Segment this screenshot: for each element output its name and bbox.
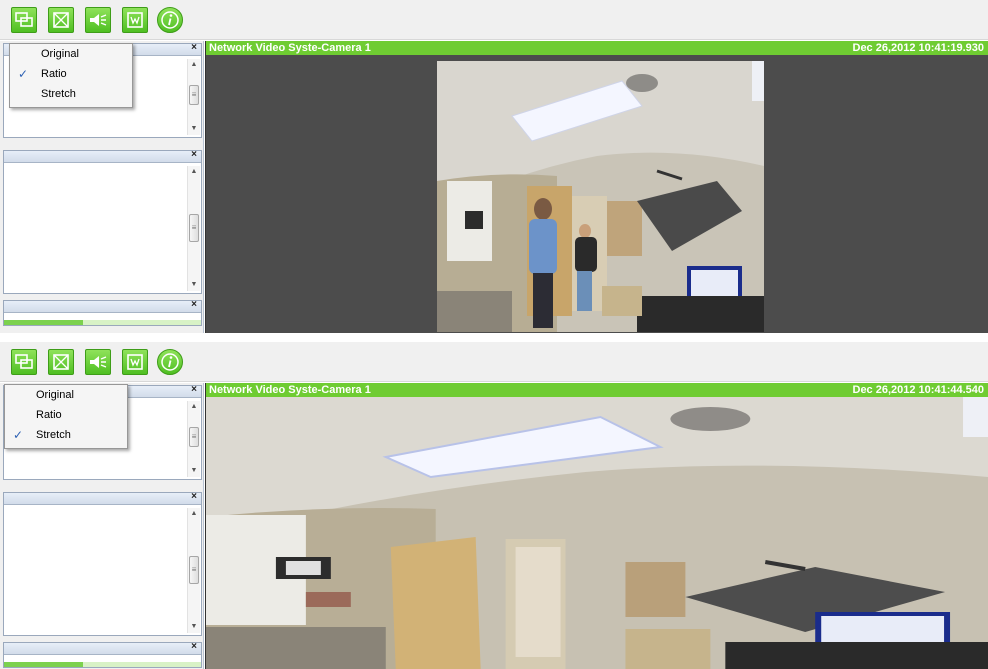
scroll-up-icon[interactable]: ▲ [188, 401, 200, 413]
menu-item-label: Stretch [36, 429, 71, 441]
fullscreen-icon [53, 354, 69, 370]
status-panel: × [3, 299, 202, 326]
speaker-button[interactable] [85, 7, 111, 33]
toolbar [0, 342, 988, 382]
menu-item-label: Original [41, 48, 79, 60]
vertical-scrollbar[interactable]: ▲ ≡ ▼ [187, 508, 200, 633]
video-panel[interactable]: Network Video Syste-Camera 1 Dec 26,2012… [205, 41, 988, 333]
info-panel: × ▲ ≡ ▼ [3, 491, 202, 636]
checkmark-icon: ✓ [18, 67, 29, 81]
info-button[interactable] [157, 349, 183, 375]
close-icon[interactable]: × [191, 149, 197, 160]
video-panel[interactable]: Network Video Syste-Camera 1 Dec 26,2012… [205, 383, 988, 669]
monitor-layout-icon [15, 12, 33, 27]
scroll-down-icon[interactable]: ▼ [188, 621, 200, 633]
monitor-layout-icon [15, 354, 33, 369]
menu-item-label: Ratio [36, 409, 62, 421]
camera-title: Network Video Syste-Camera 1 [209, 42, 371, 54]
menu-item-label: Ratio [41, 68, 67, 80]
camera-feed-image [206, 397, 988, 669]
menu-item-original[interactable]: Original [10, 44, 132, 64]
menu-item-stretch[interactable]: ✓ Stretch [5, 425, 127, 445]
window-button[interactable] [122, 349, 148, 375]
screen-stretch-mode: × ▲ ≡ ▼ × ▲ ≡ ▼ × Original Ratio ✓ Stret… [0, 342, 988, 669]
close-icon[interactable]: × [191, 384, 197, 395]
scroll-down-icon[interactable]: ▼ [188, 465, 200, 477]
vertical-scrollbar[interactable]: ▲ ≡ ▼ [187, 166, 200, 291]
scroll-thumb[interactable]: ≡ [189, 427, 199, 447]
panel-body [4, 314, 201, 325]
window-icon [127, 12, 143, 28]
close-icon[interactable]: × [191, 641, 197, 652]
fullscreen-button[interactable] [48, 7, 74, 33]
scroll-down-icon[interactable]: ▼ [188, 279, 200, 291]
panel-body: ▲ ≡ ▼ [4, 164, 201, 293]
speaker-icon [90, 356, 107, 368]
panel-header: × [4, 491, 201, 505]
status-panel: × [3, 641, 202, 668]
monitor-layout-button[interactable] [11, 349, 37, 375]
menu-item-ratio[interactable]: Ratio [5, 405, 127, 425]
video-timestamp: Dec 26,2012 10:41:44.540 [852, 384, 985, 396]
scroll-up-icon[interactable]: ▲ [188, 508, 200, 520]
scroll-thumb[interactable]: ≡ [189, 214, 199, 242]
scroll-up-icon[interactable]: ▲ [188, 59, 200, 71]
progress-bar [4, 320, 201, 325]
speaker-icon [90, 14, 107, 26]
scroll-down-icon[interactable]: ▼ [188, 123, 200, 135]
vertical-scrollbar[interactable]: ▲ ≡ ▼ [187, 401, 200, 477]
info-button[interactable] [157, 7, 183, 33]
close-icon[interactable]: × [191, 299, 197, 310]
menu-item-ratio[interactable]: ✓ Ratio [10, 64, 132, 84]
menu-item-stretch[interactable]: Stretch [10, 84, 132, 104]
window-icon [127, 354, 143, 370]
info-icon [161, 11, 179, 29]
panel-header: × [4, 299, 201, 313]
screen-ratio-mode: × ▲ ≡ ▼ × ▲ ≡ ▼ × Original ✓ Ratio Stret… [0, 0, 988, 333]
checkmark-icon: ✓ [13, 428, 24, 442]
info-panel: × ▲ ≡ ▼ [3, 149, 202, 294]
scale-mode-menu: Original ✓ Ratio Stretch [9, 43, 133, 108]
toolbar [0, 0, 988, 40]
scroll-thumb[interactable]: ≡ [189, 85, 199, 105]
close-icon[interactable]: × [191, 42, 197, 53]
video-title-bar: Network Video Syste-Camera 1 Dec 26,2012… [206, 41, 988, 55]
progress-bar [4, 662, 201, 667]
menu-item-label: Stretch [41, 88, 76, 100]
menu-item-original[interactable]: Original [5, 385, 127, 405]
fullscreen-button[interactable] [48, 349, 74, 375]
video-title-bar: Network Video Syste-Camera 1 Dec 26,2012… [206, 383, 988, 397]
vertical-scrollbar[interactable]: ▲ ≡ ▼ [187, 59, 200, 135]
scale-mode-menu: Original Ratio ✓ Stretch [4, 384, 128, 449]
panel-header: × [4, 641, 201, 655]
panel-body [4, 656, 201, 667]
panel-body: ▲ ≡ ▼ [4, 506, 201, 635]
scroll-thumb[interactable]: ≡ [189, 556, 199, 584]
close-icon[interactable]: × [191, 491, 197, 502]
panel-header: × [4, 149, 201, 163]
camera-feed-image [437, 61, 764, 332]
scroll-up-icon[interactable]: ▲ [188, 166, 200, 178]
fullscreen-icon [53, 12, 69, 28]
speaker-button[interactable] [85, 349, 111, 375]
menu-item-label: Original [36, 389, 74, 401]
info-icon [161, 353, 179, 371]
monitor-layout-button[interactable] [11, 7, 37, 33]
video-timestamp: Dec 26,2012 10:41:19.930 [852, 42, 985, 54]
window-button[interactable] [122, 7, 148, 33]
camera-title: Network Video Syste-Camera 1 [209, 384, 371, 396]
